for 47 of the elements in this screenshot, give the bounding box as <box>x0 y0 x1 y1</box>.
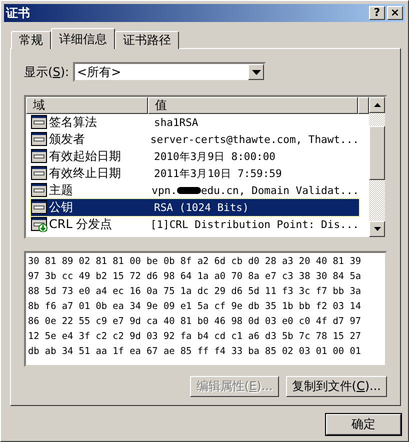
show-label: 显示(S): <box>24 64 70 80</box>
field-row[interactable]: 签名算法 sha1RSA <box>31 114 359 131</box>
document-icon <box>31 200 48 215</box>
field-row[interactable]: CRL 分发点 [1]CRL Distribution Point: Dis... <box>31 216 359 233</box>
download-document-icon <box>31 217 48 232</box>
tab[interactable]: 证书路径 <box>115 31 179 49</box>
field-value: [1]CRL Distribution Point: Dis... <box>150 218 359 230</box>
field-name: 签名算法 <box>49 114 98 131</box>
document-icon <box>31 149 48 164</box>
tab[interactable]: 常规 <box>11 31 51 49</box>
field-row[interactable]: 有效起始日期 2010年3月9日 8:00:00 <box>31 148 359 165</box>
field-value: 2010年3月9日 8:00:00 <box>154 150 276 164</box>
up-arrow-icon <box>374 103 380 107</box>
down-arrow-icon <box>374 227 380 231</box>
field-name: 颁发者 <box>49 131 86 148</box>
scroll-up-button[interactable] <box>369 97 385 113</box>
field-name: 主题 <box>49 182 74 199</box>
tab[interactable]: 详细信息 <box>51 28 115 49</box>
scroll-down-button[interactable] <box>369 221 385 237</box>
column-header[interactable]: 域 <box>26 97 148 114</box>
field-name: 有效起始日期 <box>49 148 122 165</box>
field-value: RSA (1024 Bits) <box>154 202 249 214</box>
ok-button[interactable]: 确定 <box>326 414 401 435</box>
field-value: server-certs@thawte.com, Thawt... <box>150 134 359 146</box>
field-row[interactable]: 有效终止日期 2011年3月10日 7:59:59 <box>31 165 359 182</box>
field-row[interactable]: 颁发者 server-certs@thawte.com, Thawt... <box>31 131 359 148</box>
field-name: 有效终止日期 <box>49 165 122 182</box>
field-name: CRL 分发点 <box>49 216 114 233</box>
field-value: vpn. edu.cn, Domain Validat... <box>152 184 359 196</box>
show-dropdown[interactable]: <所有> <box>73 62 266 82</box>
document-icon <box>31 132 48 147</box>
field-name: 公钥 <box>49 199 74 216</box>
document-icon <box>31 166 48 181</box>
redaction-mark <box>176 187 201 194</box>
window-title: 证书 <box>6 4 31 22</box>
action-button[interactable]: 复制到文件(C)... <box>286 376 387 397</box>
field-row[interactable]: 公钥 RSA (1024 Bits) <box>31 199 359 216</box>
column-header[interactable]: 值 <box>148 97 358 114</box>
close-button[interactable]: × <box>387 6 403 20</box>
field-row[interactable]: 主题 vpn. edu.cn, Domain Validat... <box>31 182 359 199</box>
help-button[interactable]: ? <box>369 6 385 20</box>
field-value: 2011年3月10日 7:59:59 <box>154 166 282 180</box>
document-icon <box>31 115 48 130</box>
scrollbar-thumb[interactable] <box>369 126 385 180</box>
detail-text-box[interactable]: 30 81 89 02 81 81 00 be 0b 8f a2 6d cb d0 28 a3 20 40 81 39 97 3b cc 49 b2 15 72 d6 98 64 1a a0 70 8a e7 c3 38 30 84 5a 88 5d 73 e0 a4 ec 16 0a 75 1a dc 29 d6 5d 11 f3 3c f7 bb 3a 8b f6 a7 01 0b ea 34 9e 09 e1 5a cf 9e db 35 1b bb f2 03 14 86 0e 22 55 c9 e7 9d ca 40 81 b0 46 98 0d 03 e0 c0 4f d7 97 12 5e e4 3f c2 c2 9d 03 92 fa b4 cd c1 a6 d3 5b 7c 78 15 27 db ab 34 51 aa 1f ea 67 ae 85 ff f4 33 ba 85 02 03 01 00 01 <box>24 251 387 367</box>
field-value: sha1RSA <box>154 116 198 128</box>
document-icon <box>31 183 48 198</box>
